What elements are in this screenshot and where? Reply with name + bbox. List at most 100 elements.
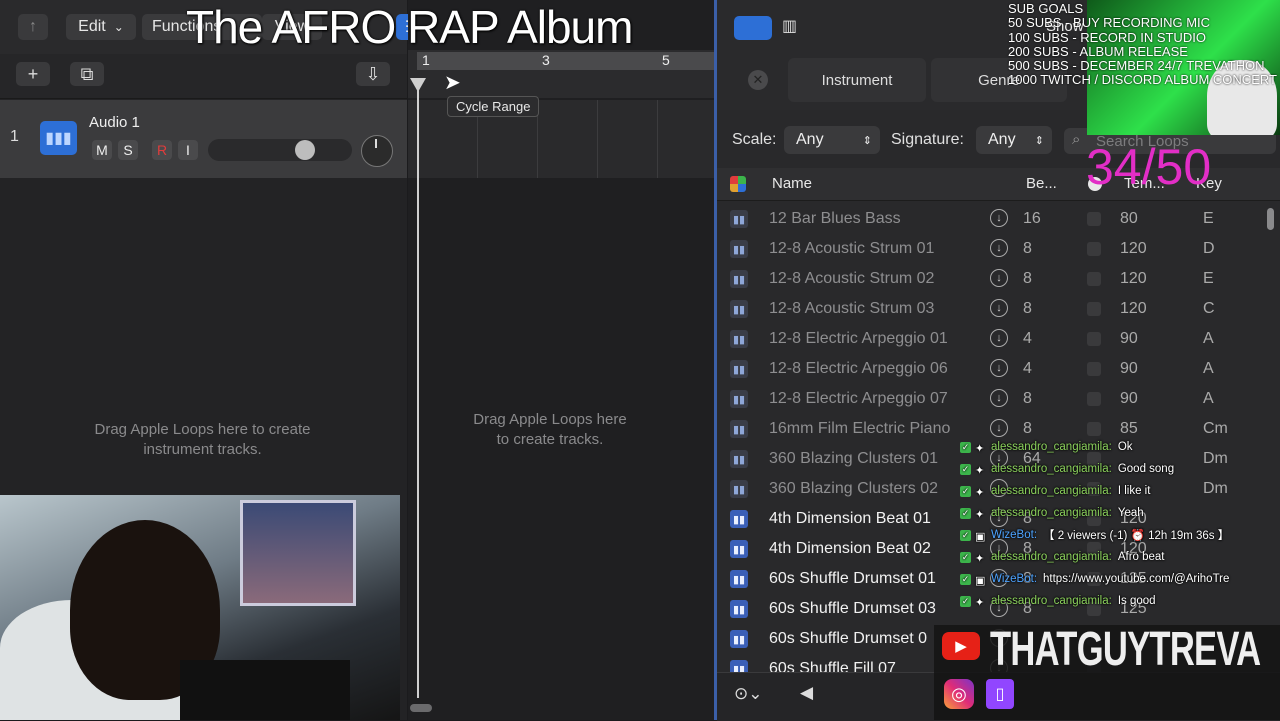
chat-text: Yeah — [1117, 507, 1144, 519]
loop-key: A — [1203, 330, 1214, 347]
download-arrow-icon[interactable]: ↓ — [990, 269, 1008, 287]
stream-title: The AFRO RAP Album — [186, 1, 633, 53]
download-tray-icon: ⇩ — [365, 63, 381, 84]
edit-menu[interactable]: Edit ⌄ — [66, 14, 136, 40]
vertical-scrollbar[interactable] — [1267, 208, 1274, 230]
download-arrow-icon[interactable]: ↓ — [990, 359, 1008, 377]
favorite-checkbox[interactable] — [1087, 212, 1101, 226]
star-badge-icon: ✦ — [975, 486, 985, 499]
loop-row[interactable]: ▮▮ 12-8 Acoustic Strum 01 ↓ 8 120 D — [717, 234, 1262, 264]
signature-select-value: Any — [988, 131, 1016, 148]
favorite-checkbox[interactable] — [1087, 362, 1101, 376]
loop-key: D — [1203, 240, 1215, 257]
duplicate-track-button[interactable]: ⧉ — [70, 62, 104, 86]
loop-name: 60s Shuffle Drumset 0 — [769, 630, 928, 647]
pan-knob[interactable] — [361, 135, 393, 167]
cycle-range-strip[interactable] — [417, 52, 715, 70]
up-arrow-button[interactable]: ↑ — [18, 14, 48, 40]
favorite-checkbox[interactable] — [1087, 392, 1101, 406]
loop-beats: 8 — [1023, 240, 1032, 257]
chevron-down-icon: ⌄ — [113, 20, 124, 34]
sub-goal-line: 100 SUBS - RECORD IN STUDIO — [1008, 29, 1206, 45]
loop-name: 12 Bar Blues Bass — [769, 210, 901, 227]
solo-button[interactable]: S — [118, 140, 138, 160]
download-button[interactable]: ⇩ — [356, 62, 390, 86]
input-monitor-button[interactable]: I — [178, 140, 198, 160]
chat-username: alessandro_cangiamila: — [991, 595, 1112, 607]
chat-text: Good song — [1117, 463, 1175, 475]
loop-tempo: 120 — [1120, 240, 1147, 257]
grid-line — [597, 100, 598, 178]
favorite-checkbox[interactable] — [1087, 422, 1101, 436]
preview-volume-button[interactable]: ◀ — [800, 683, 813, 703]
download-arrow-icon[interactable]: ↓ — [990, 299, 1008, 317]
more-options-button[interactable]: ⊙⌄ — [734, 684, 763, 704]
cycle-range-tooltip: Cycle Range — [447, 96, 540, 117]
playhead-handle[interactable] — [410, 78, 426, 92]
loop-key: A — [1203, 390, 1214, 407]
verified-badge-icon: ✓ — [960, 463, 971, 475]
download-arrow-icon[interactable]: ↓ — [990, 419, 1008, 437]
signature-select[interactable]: Any ⇕ — [976, 126, 1052, 154]
loop-beats: 8 — [1023, 300, 1032, 317]
clear-filter-button[interactable]: ✕ — [748, 70, 768, 90]
column-beats[interactable]: Be... — [1026, 175, 1057, 192]
window-view — [240, 500, 356, 606]
loop-row[interactable]: ▮▮ 12-8 Electric Arpeggio 07 ↓ 8 90 A — [717, 384, 1262, 414]
loop-tempo: 90 — [1120, 360, 1138, 377]
plus-icon: + — [27, 63, 39, 84]
loop-row[interactable]: ▮▮ 12-8 Acoustic Strum 02 ↓ 8 120 E — [717, 264, 1262, 294]
loop-row[interactable]: ▮▮ 12-8 Electric Arpeggio 06 ↓ 4 90 A — [717, 354, 1262, 384]
audio-loop-icon: ▮▮ — [730, 420, 748, 438]
playhead[interactable] — [417, 78, 419, 698]
download-arrow-icon[interactable]: ↓ — [990, 329, 1008, 347]
audio-waveform-icon: ▮▮▮ — [40, 121, 77, 155]
chat-message: ✓ ✦ alessandro_cangiamila: Is good — [960, 590, 1280, 612]
volume-slider[interactable] — [208, 139, 352, 161]
verified-badge-icon: ✓ — [960, 529, 971, 541]
pan-knob-indicator — [375, 139, 377, 148]
audio-loop-icon: ▮▮ — [730, 330, 748, 348]
chat-username: alessandro_cangiamila: — [991, 441, 1112, 453]
audio-loop-icon: ▮▮ — [730, 570, 748, 588]
chat-message: ✓ ✦ alessandro_cangiamila: Ok — [960, 436, 1280, 458]
record-enable-button[interactable]: R — [152, 140, 172, 160]
download-arrow-icon[interactable]: ↓ — [990, 209, 1008, 227]
loop-type-icon[interactable] — [730, 176, 746, 192]
midi-keyboard — [180, 660, 350, 720]
columns-view-icon[interactable]: ▥ — [782, 16, 806, 40]
download-arrow-icon[interactable]: ↓ — [990, 239, 1008, 257]
chat-username: WizeBot: — [991, 529, 1038, 541]
loop-row[interactable]: ▮▮ 12 Bar Blues Bass ↓ 16 80 E — [717, 204, 1262, 234]
favorite-checkbox[interactable] — [1087, 272, 1101, 286]
audio-loop-icon: ▮▮ — [730, 540, 748, 558]
audio-loop-icon: ▮▮ — [730, 630, 748, 648]
speaker-icon: ◀ — [800, 683, 814, 702]
favorite-checkbox[interactable] — [1087, 302, 1101, 316]
loop-view-button[interactable] — [734, 16, 772, 40]
loop-row[interactable]: ▮▮ 12-8 Acoustic Strum 03 ↓ 8 120 C — [717, 294, 1262, 324]
favorite-checkbox[interactable] — [1087, 242, 1101, 256]
track-name[interactable]: Audio 1 — [89, 114, 140, 131]
chat-text: I like it — [1117, 485, 1151, 497]
add-track-button[interactable]: + — [16, 62, 50, 86]
chat-username: alessandro_cangiamila: — [991, 463, 1112, 475]
scale-select[interactable]: Any ⇕ — [784, 126, 880, 154]
scale-label: Scale: — [732, 131, 777, 148]
chat-message: ✓ ✦ alessandro_cangiamila: I like it — [960, 480, 1280, 502]
favorite-checkbox[interactable] — [1087, 332, 1101, 346]
chat-message: ✓ ▣ WizeBot: 【 2 viewers (-1) ⏰ 12h 19m 36s… — [960, 524, 1280, 546]
verified-badge-icon: ✓ — [960, 485, 971, 497]
column-name[interactable]: Name — [772, 175, 812, 192]
audio-loop-icon: ▮▮ — [730, 600, 748, 618]
download-arrow-icon[interactable]: ↓ — [990, 389, 1008, 407]
horizontal-scrollbar[interactable] — [410, 704, 432, 712]
chat-text: Ok — [1117, 441, 1133, 453]
mute-button[interactable]: M — [92, 140, 112, 160]
volume-slider-handle[interactable] — [294, 140, 315, 160]
bar-number-5: 5 — [662, 52, 670, 68]
loop-name: 12-8 Electric Arpeggio 01 — [769, 330, 948, 347]
tab-instrument[interactable]: Instrument — [788, 58, 926, 102]
chat-username: alessandro_cangiamila: — [991, 507, 1112, 519]
loop-row[interactable]: ▮▮ 12-8 Electric Arpeggio 01 ↓ 4 90 A — [717, 324, 1262, 354]
